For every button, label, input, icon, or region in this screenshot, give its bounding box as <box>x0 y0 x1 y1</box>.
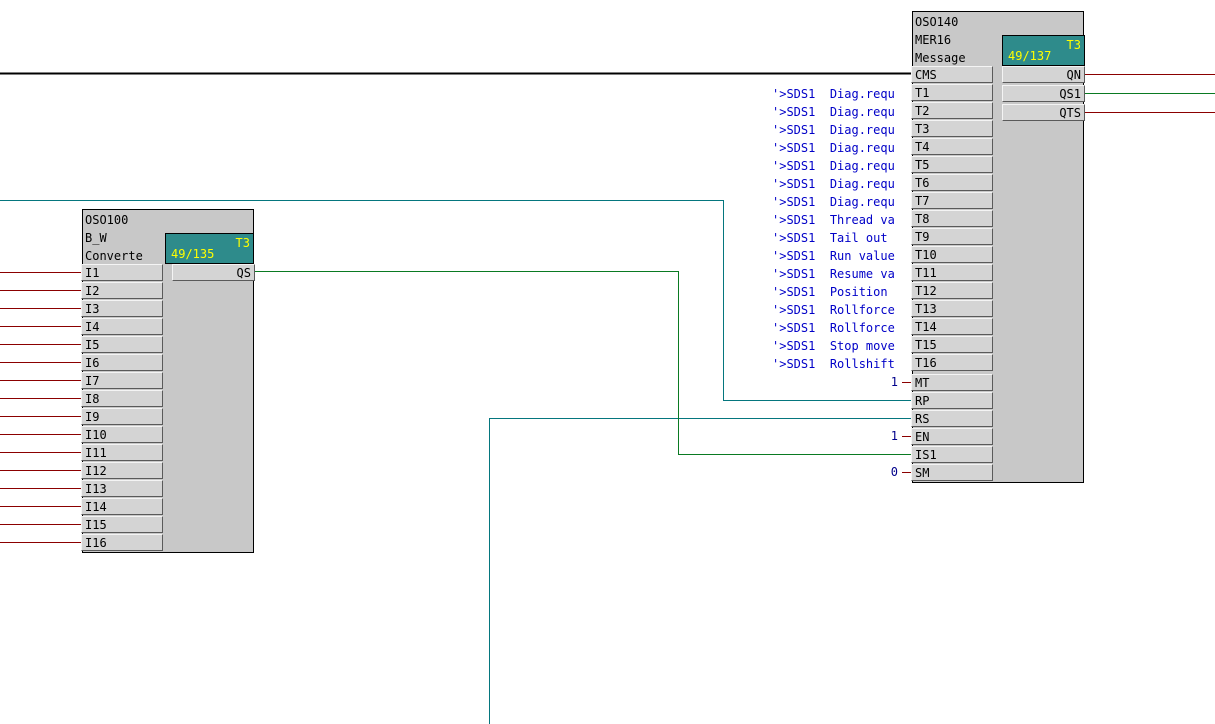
signal-row: '>SDS1 Run value <box>772 249 895 263</box>
port-in-i5[interactable]: I5 <box>81 336 163 353</box>
port-in-t9[interactable]: T9 <box>911 228 993 245</box>
port-in-t8[interactable]: T8 <box>911 210 993 227</box>
port-in-rp[interactable]: RP <box>911 392 993 409</box>
signal-row: '>SDS1 Diag.requ <box>772 141 895 155</box>
port-in-sm[interactable]: SM <box>911 464 993 481</box>
constant-label-en: 1 <box>890 429 898 443</box>
port-out-qn[interactable]: QN <box>1002 66 1085 83</box>
block-subtitle: Message <box>915 51 966 65</box>
port-in-t1[interactable]: T1 <box>911 84 993 101</box>
block-name: OSO100 <box>85 213 129 227</box>
port-out-qts[interactable]: QTS <box>1002 104 1085 121</box>
port-in-is1[interactable]: IS1 <box>911 446 993 463</box>
port-in-i9[interactable]: I9 <box>81 408 163 425</box>
signal-row: '>SDS1 Diag.requ <box>772 159 895 173</box>
signal-row: '>SDS1 Rollshift <box>772 357 895 371</box>
port-in-t2[interactable]: T2 <box>911 102 993 119</box>
signal-row: '>SDS1 Rollforce <box>772 321 895 335</box>
port-in-t6[interactable]: T6 <box>911 174 993 191</box>
diagram-canvas: '>SDS1 Diag.requ '>SDS1 Diag.requ '>SDS1… <box>0 0 1215 724</box>
port-in-cms[interactable]: CMS <box>911 66 993 83</box>
signal-row: '>SDS1 Diag.requ <box>772 177 895 191</box>
port-in-t16[interactable]: T16 <box>911 354 993 371</box>
port-in-t11[interactable]: T11 <box>911 264 993 281</box>
badge-counter: 49/137 <box>1008 49 1052 63</box>
port-in-t3[interactable]: T3 <box>911 120 993 137</box>
port-in-i7[interactable]: I7 <box>81 372 163 389</box>
port-in-i6[interactable]: I6 <box>81 354 163 371</box>
constant-label-mt: 1 <box>890 375 898 389</box>
block-subtitle: Converte <box>85 249 143 263</box>
port-in-t13[interactable]: T13 <box>911 300 993 317</box>
signal-row: '>SDS1 Diag.requ <box>772 87 895 101</box>
function-block-oso100[interactable]: OSO100 B_W Converte I1 I2 I3 I4 I5 I6 I7… <box>81 209 255 553</box>
port-out-qs[interactable]: QS <box>172 264 255 281</box>
port-in-i8[interactable]: I8 <box>81 390 163 407</box>
signal-row: '>SDS1 Position <box>772 285 888 299</box>
signal-row: '>SDS1 Diag.requ <box>772 123 895 137</box>
port-in-t10[interactable]: T10 <box>911 246 993 263</box>
port-in-en[interactable]: EN <box>911 428 993 445</box>
port-in-i4[interactable]: I4 <box>81 318 163 335</box>
port-in-i16[interactable]: I16 <box>81 534 163 551</box>
port-in-t7[interactable]: T7 <box>911 192 993 209</box>
signal-row: '>SDS1 Diag.requ <box>772 195 895 209</box>
port-in-i10[interactable]: I10 <box>81 426 163 443</box>
constant-label-sm: 0 <box>890 465 898 479</box>
port-in-i14[interactable]: I14 <box>81 498 163 515</box>
port-in-mt[interactable]: MT <box>911 374 993 391</box>
signal-label-list: '>SDS1 Diag.requ '>SDS1 Diag.requ '>SDS1… <box>772 85 895 373</box>
block-name: OSO140 <box>915 15 959 29</box>
port-in-i3[interactable]: I3 <box>81 300 163 317</box>
function-block-oso140[interactable]: OSO140 MER16 Message CMS T1 T2 T3 T4 T5 … <box>911 11 1085 483</box>
signal-row: '>SDS1 Tail out <box>772 231 888 245</box>
block-type: B_W <box>85 231 107 245</box>
port-in-i15[interactable]: I15 <box>81 516 163 533</box>
badge-tag: T3 <box>235 236 250 250</box>
signal-row: '>SDS1 Rollforce <box>772 303 895 317</box>
port-in-rs[interactable]: RS <box>911 410 993 427</box>
port-in-t4[interactable]: T4 <box>911 138 993 155</box>
port-in-t5[interactable]: T5 <box>911 156 993 173</box>
block-type: MER16 <box>915 33 952 47</box>
block-header: OSO100 B_W Converte <box>82 211 143 265</box>
signal-row: '>SDS1 Thread va <box>772 213 895 227</box>
signal-row: '>SDS1 Diag.requ <box>772 105 895 119</box>
signal-row: '>SDS1 Resume va <box>772 267 895 281</box>
wire-teal-rs <box>488 417 912 724</box>
badge-tag: T3 <box>1066 38 1081 52</box>
port-in-i13[interactable]: I13 <box>81 480 163 497</box>
signal-row: '>SDS1 Stop move <box>772 339 895 353</box>
port-in-t15[interactable]: T15 <box>911 336 993 353</box>
port-in-t12[interactable]: T12 <box>911 282 993 299</box>
port-in-i1[interactable]: I1 <box>81 264 163 281</box>
status-badge-t3[interactable]: T3 49/135 <box>165 233 254 264</box>
block-header: OSO140 MER16 Message <box>912 13 966 67</box>
status-badge-t3[interactable]: T3 49/137 <box>1002 35 1085 66</box>
port-in-t14[interactable]: T14 <box>911 318 993 335</box>
port-in-i12[interactable]: I12 <box>81 462 163 479</box>
port-out-qs1[interactable]: QS1 <box>1002 85 1085 102</box>
badge-counter: 49/135 <box>171 247 215 261</box>
port-in-i2[interactable]: I2 <box>81 282 163 299</box>
port-in-i11[interactable]: I11 <box>81 444 163 461</box>
